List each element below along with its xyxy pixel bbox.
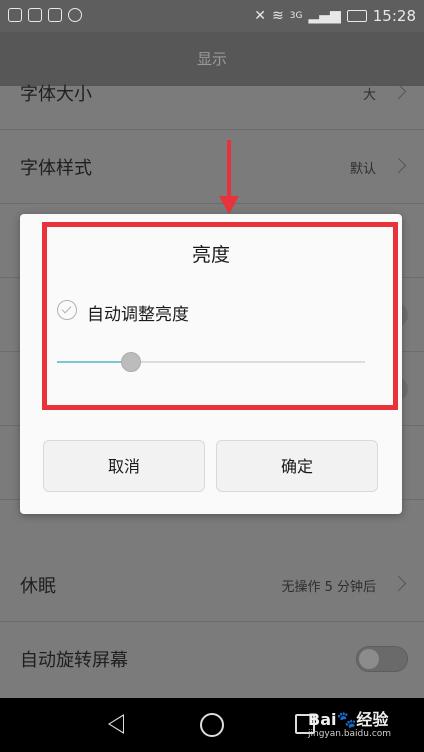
- status-bar: ✕ ≋ 3G ▂▄▆ 15:28: [0, 0, 424, 32]
- annotation-arrow-shaft: [227, 140, 231, 202]
- annotation-highlight-box: [42, 222, 398, 410]
- home-icon[interactable]: [200, 713, 224, 737]
- image-icon: [48, 8, 62, 22]
- auto-rotate-toggle[interactable]: [356, 646, 408, 672]
- watermark-url: jingyan.baidu.com: [308, 729, 392, 739]
- annotation-arrow-head: [219, 196, 239, 214]
- setting-font-size[interactable]: 字体大小 大: [0, 56, 424, 130]
- signal-icon: ▂▄▆: [308, 8, 341, 24]
- baidu-jingyan-watermark: Bai🐾经验 jingyan.baidu.com: [308, 706, 391, 739]
- watermark-logo: Bai🐾经验: [308, 710, 389, 729]
- app-icon: [28, 8, 42, 22]
- setting-label: 字体样式: [20, 158, 92, 179]
- chevron-right-icon: [390, 575, 407, 592]
- setting-value: 无操作 5 分钟后: [281, 580, 376, 595]
- battery-icon: [346, 10, 367, 22]
- chevron-right-icon: [390, 157, 407, 174]
- system-icons: ✕ ≋ 3G ▂▄▆ 15:28: [254, 7, 416, 25]
- notification-icons: [8, 8, 82, 22]
- clock: 15:28: [372, 7, 416, 25]
- wifi-icon: ≋: [272, 8, 284, 24]
- confirm-button[interactable]: 确定: [216, 440, 378, 492]
- back-icon[interactable]: [108, 714, 124, 734]
- baidu-icon: [8, 8, 22, 22]
- chevron-right-icon: [390, 83, 407, 100]
- setting-sleep[interactable]: 休眠 无操作 5 分钟后: [0, 548, 424, 622]
- network-type: 3G: [289, 11, 303, 21]
- setting-label: 自动旋转屏幕: [20, 650, 128, 671]
- setting-value: 默认: [349, 162, 376, 177]
- setting-label: 字体大小: [20, 84, 92, 105]
- setting-auto-rotate[interactable]: 自动旋转屏幕: [0, 622, 424, 696]
- camera-icon: [68, 8, 82, 22]
- setting-font-style[interactable]: 字体样式 默认: [0, 130, 424, 204]
- mute-icon: ✕: [254, 8, 267, 24]
- cancel-button[interactable]: 取消: [43, 440, 205, 492]
- setting-label: 休眠: [20, 576, 56, 597]
- setting-value: 大: [362, 88, 376, 103]
